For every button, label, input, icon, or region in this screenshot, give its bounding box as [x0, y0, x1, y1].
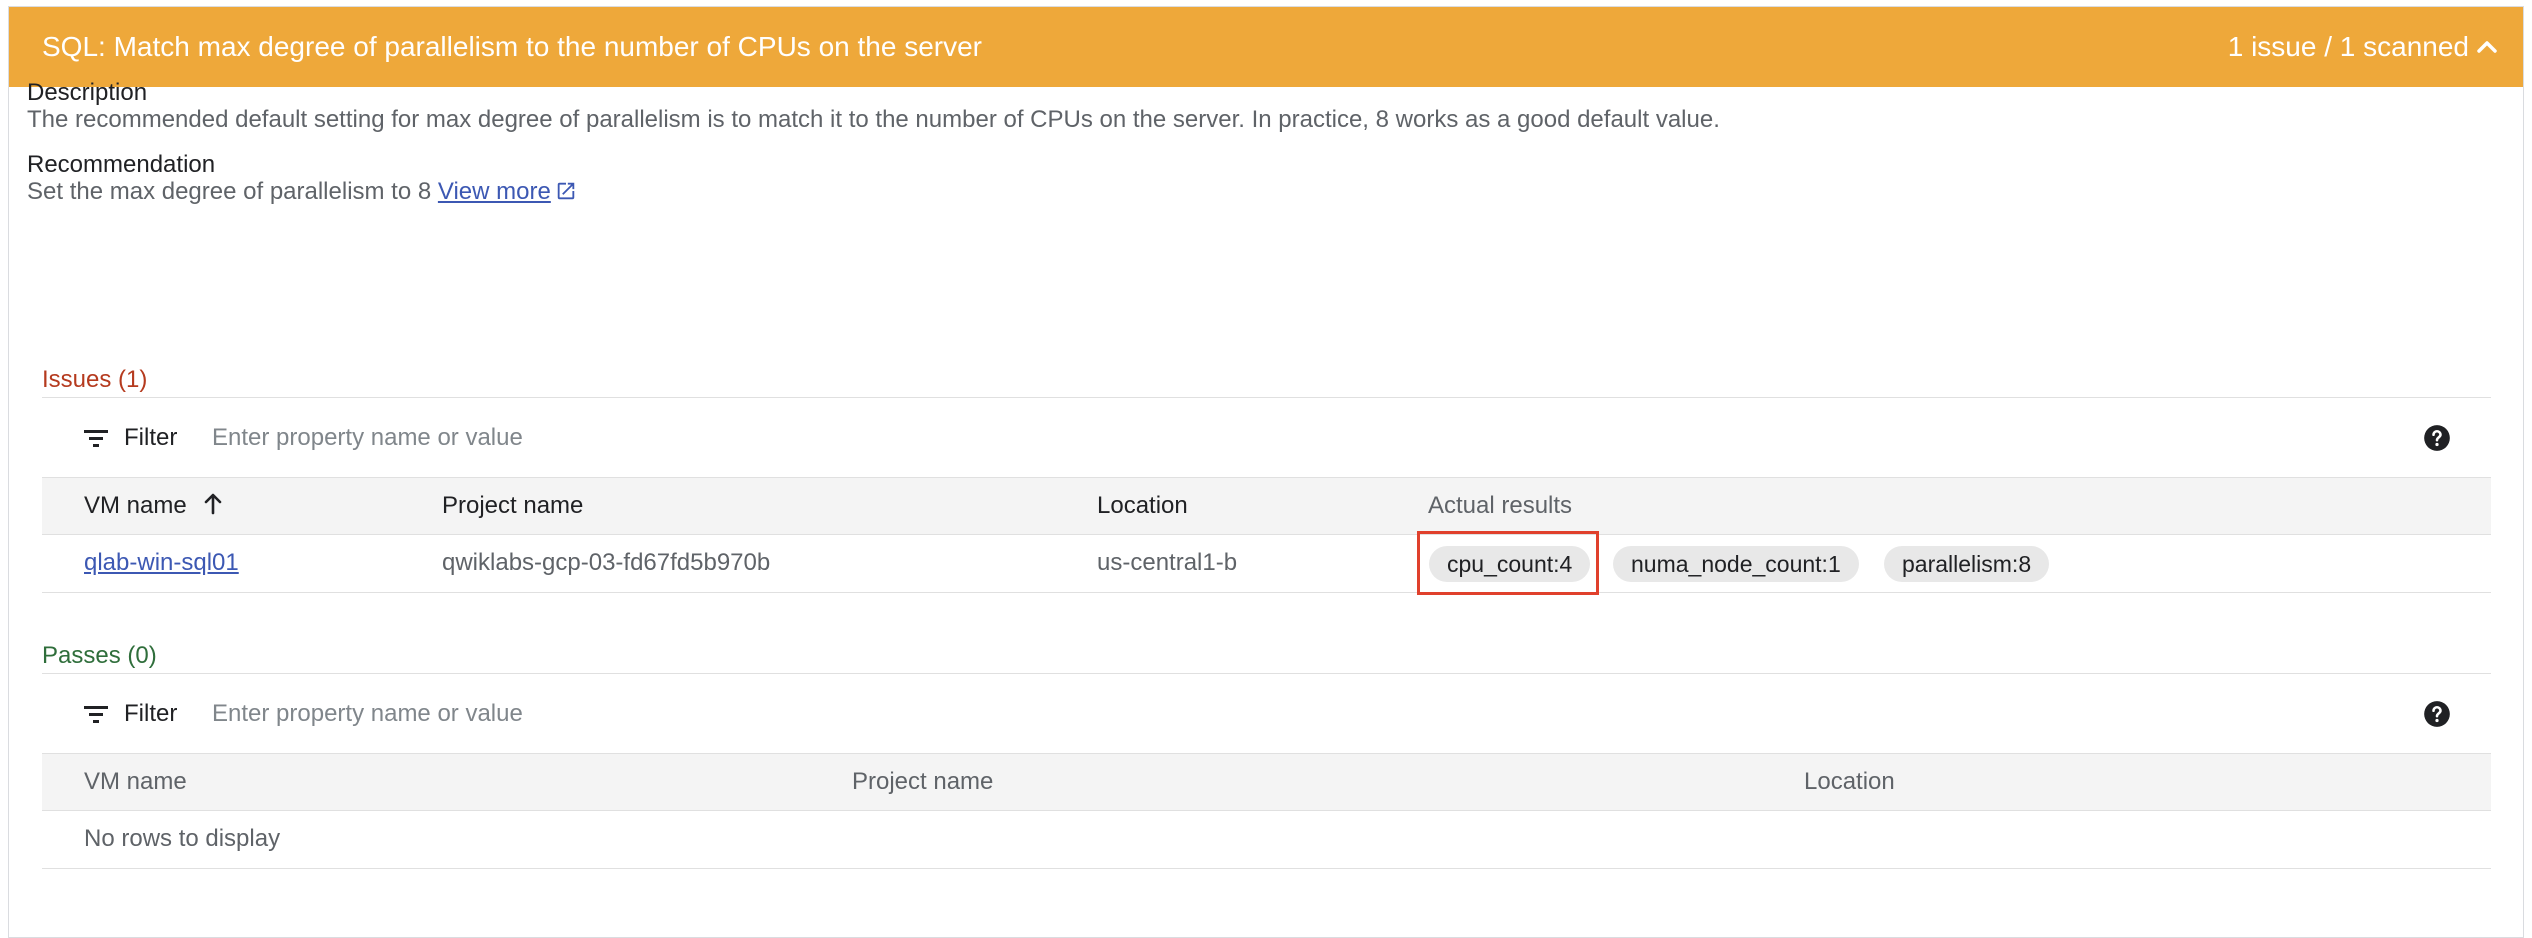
column-vm-name: VM name — [84, 768, 187, 795]
column-vm-name[interactable]: VM name — [84, 478, 225, 534]
filter-icon[interactable] — [82, 426, 110, 450]
empty-message: No rows to display — [84, 825, 281, 852]
help-icon[interactable] — [2423, 700, 2451, 728]
description-text: The recommended default setting for max … — [27, 106, 1720, 133]
passes-heading: Passes (0) — [42, 642, 157, 669]
result-chip-parallelism: parallelism:8 — [1884, 546, 2050, 582]
column-project-name[interactable]: Project name — [442, 478, 583, 534]
passes-table: Filter VM name Project name Location No … — [42, 673, 2491, 873]
filter-label: Filter — [124, 424, 178, 451]
card-header[interactable]: SQL: Match max degree of parallelism to … — [9, 7, 2523, 87]
vm-name-link[interactable]: qlab-win-sql01 — [84, 535, 239, 591]
filter-icon[interactable] — [82, 702, 110, 726]
passes-filter-bar: Filter — [42, 673, 2491, 754]
view-more-link[interactable]: View more — [438, 178, 551, 205]
check-result-card: SQL: Match max degree of parallelism to … — [8, 6, 2524, 938]
arrow-up-icon[interactable] — [201, 492, 225, 516]
column-actual-results: Actual results — [1428, 492, 1573, 519]
issues-filter-bar: Filter — [42, 397, 2491, 478]
description-label: Description — [27, 79, 148, 106]
location-cell: us-central1-b — [1097, 549, 1238, 576]
column-location: Location — [1804, 768, 1895, 795]
result-chip-numa-node-count: numa_node_count:1 — [1613, 546, 1859, 582]
check-title: SQL: Match max degree of parallelism to … — [42, 31, 982, 62]
filter-label: Filter — [124, 700, 178, 727]
issues-table: Filter VM name Project name Location Act… — [42, 397, 2491, 597]
passes-table-header: VM name Project name Location — [42, 753, 2491, 811]
column-vm-name-label: VM name — [84, 492, 187, 519]
recommendation-label: Recommendation — [27, 151, 216, 178]
recommendation-body: Set the max degree of parallelism to 8 — [27, 178, 432, 205]
issues-filter-input[interactable] — [212, 416, 1112, 460]
column-location[interactable]: Location — [1097, 478, 1188, 534]
project-name-cell: qwiklabs-gcp-03-fd67fd5b970b — [442, 549, 771, 576]
recommendation-text: Set the max degree of parallelism to 8 V… — [27, 178, 577, 206]
passes-filter-input[interactable] — [212, 692, 1112, 736]
chevron-up-icon[interactable] — [2471, 31, 2503, 63]
issues-table-header: VM name Project name Location Actual res… — [42, 477, 2491, 535]
column-project-name: Project name — [852, 768, 994, 795]
empty-row: No rows to display — [42, 811, 2491, 869]
scan-status: 1 issue / 1 scanned — [2227, 31, 2469, 62]
issues-heading: Issues (1) — [42, 366, 148, 393]
help-icon[interactable] — [2423, 424, 2451, 452]
highlight-box — [1417, 531, 1599, 595]
table-row: qlab-win-sql01 qwiklabs-gcp-03-fd67fd5b9… — [42, 531, 2491, 595]
external-link-icon[interactable] — [555, 180, 577, 202]
